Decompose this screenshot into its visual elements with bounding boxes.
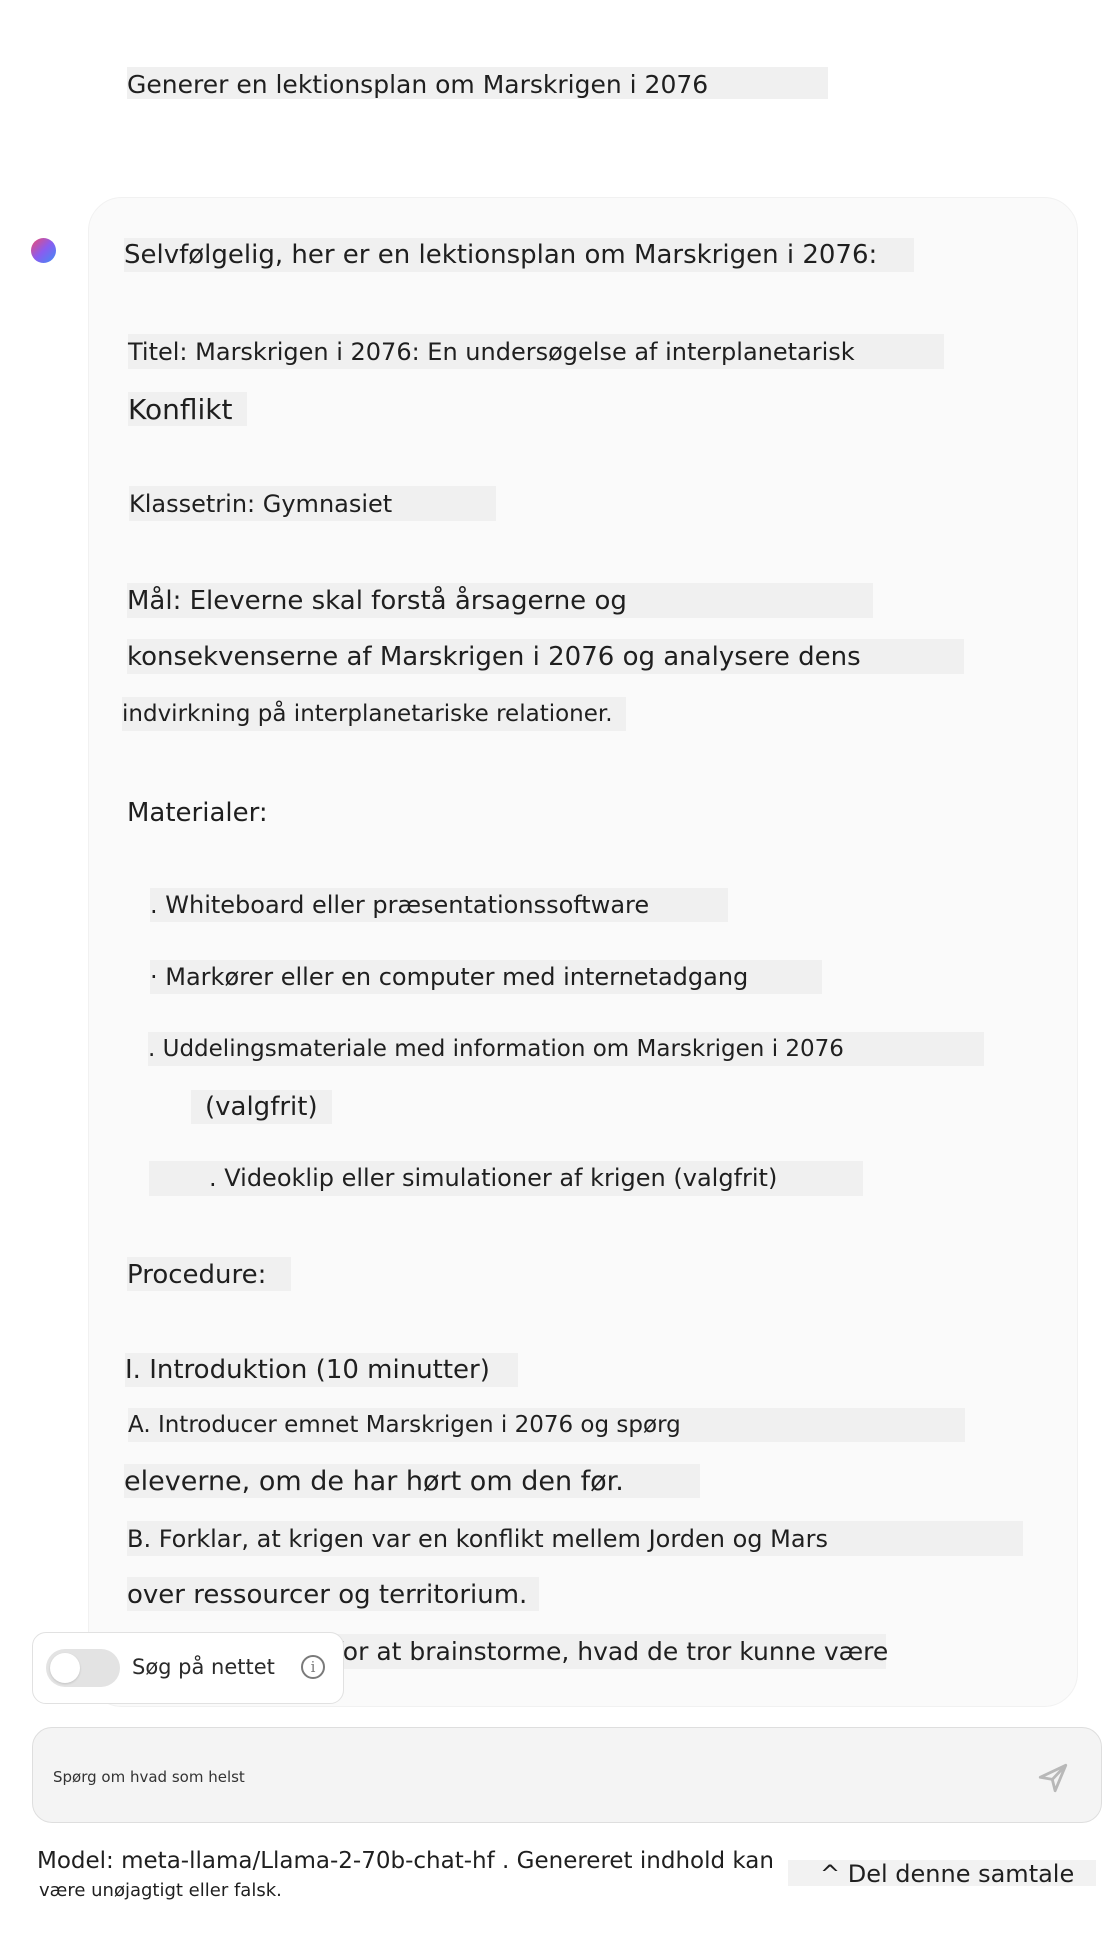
send-icon[interactable]	[1036, 1761, 1070, 1795]
material-item: . Videoklip eller simulationer af krigen…	[149, 1161, 863, 1196]
plan-title-line-1: Titel: Marskrigen i 2076: En undersøgels…	[128, 334, 944, 369]
procedure-heading: Procedure:	[127, 1257, 291, 1291]
assistant-avatar-icon	[31, 238, 56, 263]
chat-input[interactable]	[53, 1762, 1013, 1792]
model-disclaimer-line-1: Model: meta-llama/Llama-2-70b-chat-hf . …	[37, 1848, 774, 1874]
step-a-line-2: eleverne, om de har hørt om den før.	[124, 1464, 700, 1498]
material-item: · Markører eller en computer med interne…	[150, 960, 822, 994]
model-disclaimer-line-2: være unøjagtigt eller falsk.	[39, 1880, 282, 1901]
web-search-label: Søg på nettet	[132, 1655, 275, 1679]
material-item: . Whiteboard eller præsentationssoftware	[150, 888, 728, 922]
goal-line-2: konsekvenserne af Marskrigen i 2076 og a…	[127, 639, 964, 674]
plan-title-line-2: Konflikt	[128, 392, 247, 426]
user-message: Generer en lektionsplan om Marskrigen i …	[127, 67, 828, 99]
materials-heading: Materialer:	[127, 798, 268, 828]
goal-line-3: indvirkning på interplanetariske relatio…	[122, 697, 626, 731]
grade-level: Klassetrin: Gymnasiet	[129, 486, 496, 521]
step-b-line-2: over ressourcer og territorium.	[127, 1577, 539, 1611]
share-conversation-button[interactable]: ^ Del denne samtale	[788, 1860, 1096, 1886]
material-item-continuation: (valgfrit)	[191, 1090, 332, 1124]
web-search-toggle[interactable]	[46, 1649, 120, 1687]
step-c-partial: for at brainstorme, hvad de tror kunne v…	[320, 1634, 888, 1669]
step-b-line-1: B. Forklar, at krigen var en konflikt me…	[127, 1521, 1023, 1556]
material-item: . Uddelingsmateriale med information om …	[148, 1032, 984, 1066]
assistant-intro: Selvfølgelig, her er en lektionsplan om …	[124, 238, 914, 272]
toggle-knob	[50, 1653, 80, 1683]
web-search-bar: Søg på nettet i	[32, 1632, 344, 1704]
step-a-line-1: A. Introducer emnet Marskrigen i 2076 og…	[128, 1408, 965, 1442]
goal-line-1: Mål: Eleverne skal forstå årsagerne og	[127, 583, 873, 618]
chat-input-box	[32, 1727, 1102, 1823]
section-heading-introduction: I. Introduktion (10 minutter)	[125, 1353, 518, 1387]
info-icon[interactable]: i	[301, 1655, 325, 1679]
